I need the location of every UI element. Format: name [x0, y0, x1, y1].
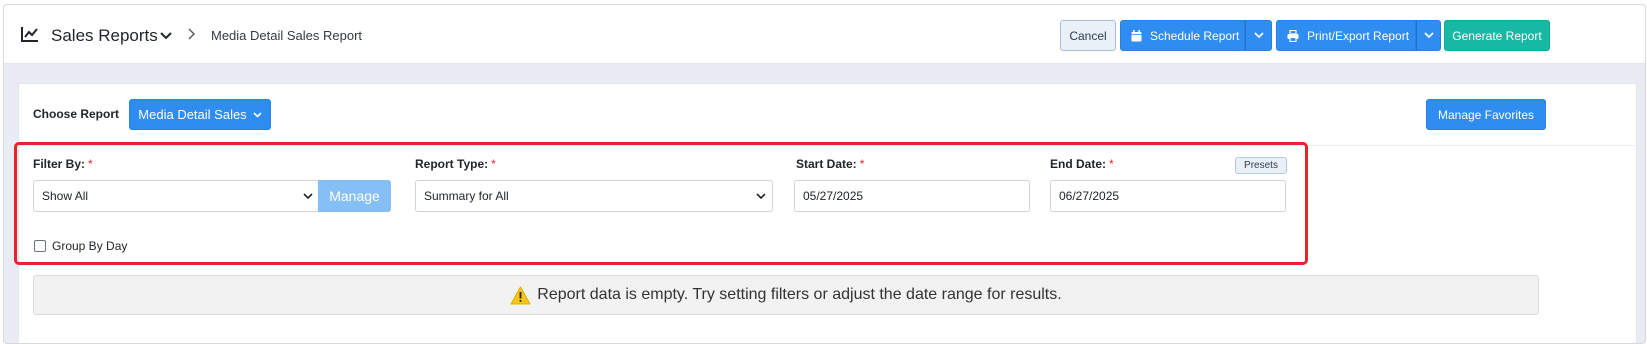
generate-report-button[interactable]: Generate Report — [1444, 20, 1550, 51]
chevron-right-icon — [188, 28, 195, 40]
printer-icon — [1287, 29, 1299, 42]
chevron-down-icon — [253, 111, 262, 118]
end-date-label: End Date: * — [1050, 157, 1114, 171]
cancel-button[interactable]: Cancel — [1060, 20, 1116, 51]
print-export-label: Print/Export Report — [1307, 28, 1410, 43]
presets-button[interactable]: Presets — [1235, 157, 1287, 174]
group-by-day-label[interactable]: Group By Day — [52, 239, 127, 253]
top-bar: Sales Reports Media Detail Sales Report … — [4, 5, 1645, 64]
empty-report-text: Report data is empty. Try setting filter… — [537, 286, 1062, 303]
chevron-down-icon — [303, 193, 313, 200]
warning-icon — [510, 286, 531, 304]
chevron-down-icon[interactable] — [160, 32, 172, 40]
chevron-down-icon — [1253, 32, 1264, 39]
report-chooser: Choose Report Media Detail Sales Manage … — [19, 84, 1636, 146]
start-date-label: Start Date: * — [796, 157, 865, 171]
breadcrumb: Media Detail Sales Report — [211, 28, 363, 43]
empty-report-message: Report data is empty. Try setting filter… — [33, 275, 1539, 315]
line-chart-icon — [21, 27, 38, 42]
end-date-input[interactable]: 06/27/2025 — [1050, 180, 1286, 212]
page-title[interactable]: Sales Reports — [51, 26, 158, 46]
chevron-down-icon — [756, 193, 766, 200]
calendar-icon — [1131, 29, 1142, 41]
print-export-button[interactable]: Print/Export Report — [1276, 20, 1416, 51]
report-page: Sales Reports Media Detail Sales Report … — [3, 4, 1646, 344]
schedule-report-button[interactable]: Schedule Report — [1120, 20, 1245, 51]
report-type-label: Report Type: * — [415, 157, 496, 171]
filter-by-value: Show All — [42, 189, 89, 203]
report-type-value: Summary for All — [424, 189, 509, 203]
choose-report-label: Choose Report — [33, 107, 120, 121]
report-select-button[interactable]: Media Detail Sales — [129, 99, 271, 130]
filter-by-select[interactable]: Show All — [33, 180, 320, 212]
manage-favorites-button[interactable]: Manage Favorites — [1426, 99, 1546, 130]
schedule-report-label: Schedule Report — [1150, 28, 1240, 43]
chevron-down-icon — [1423, 32, 1434, 39]
report-select-label: Media Detail Sales — [138, 107, 247, 122]
print-export-dropdown[interactable] — [1416, 20, 1441, 51]
report-type-select[interactable]: Summary for All — [415, 180, 773, 212]
schedule-report-dropdown[interactable] — [1245, 20, 1272, 51]
group-by-day-checkbox[interactable] — [34, 240, 46, 252]
filter-by-label: Filter By: * — [33, 157, 93, 171]
manage-filter-button[interactable]: Manage — [318, 180, 391, 212]
start-date-input[interactable]: 05/27/2025 — [794, 180, 1030, 212]
